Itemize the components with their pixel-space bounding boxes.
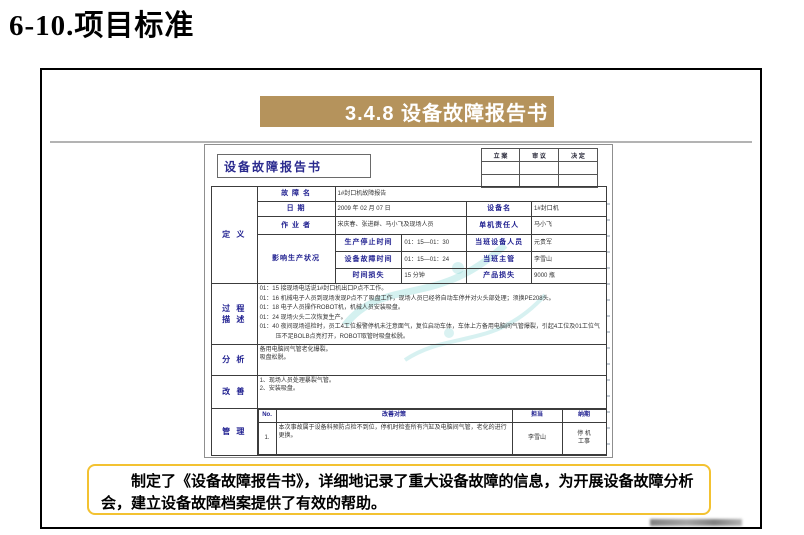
process-label-line1: 过 程 [214, 303, 255, 314]
clipped-page-number [650, 519, 742, 526]
slide-content-frame: 3.4.8 设备故障报告书 设备故障报告书 立 案 审 议 决 定 [40, 68, 762, 529]
process-label-line2: 描 述 [214, 314, 255, 325]
fault-name-value: 1#封口机故障报告 [335, 187, 606, 202]
stop-time-value: 01：15—01：30 [402, 235, 467, 252]
improvement-line: 1、现场人员处理暴裂气管。 [260, 377, 604, 385]
approval-table: 立 案 审 议 决 定 [481, 148, 598, 188]
section-label-improve: 改 善 [212, 375, 258, 408]
product-loss-label: 产品损失 [467, 269, 532, 284]
analysis-cell: 备用电脑间气管老化爆裂。 吸盘松脱。 [257, 344, 606, 375]
process-line: 01：24 现场火头二次恢复生产。 [260, 314, 604, 324]
stop-time-label: 生产停止时间 [335, 235, 402, 252]
approval-header-review: 审 议 [520, 149, 559, 162]
process-line: 01：40 夜间现场巡检时，员工4工位报警停机未注意面气，复位启动车体，车体上方… [260, 323, 604, 342]
product-loss-value: 9000 瓶 [532, 269, 607, 284]
manage-header-no: No. [258, 409, 276, 422]
improvement-cell: 1、现场人员处理暴裂气管。 2、安装吸盘。 [257, 375, 606, 408]
responsible-label: 单机责任人 [467, 217, 532, 235]
summary-callout: 制定了《设备故障报告书》，详细地记录了重大设备故障的信息，为开展设备故障分析会，… [87, 464, 711, 515]
section-label-analysis: 分 析 [212, 344, 258, 375]
device-name-value: 1#封口机 [532, 202, 607, 217]
section-banner: 3.4.8 设备故障报告书 [260, 96, 554, 127]
responsible-value: 马小飞 [532, 217, 607, 235]
process-line: 01：18 电子人员操作ROBOT机，机械人员安装吸盘。 [260, 304, 604, 314]
form-title-box: 设备故障报告书 [217, 154, 371, 178]
process-line: 01：16 机械电子人员到现场发现P点不了吸盘工作，现场人员已经将自动车停并对火… [260, 295, 604, 305]
divider-line [50, 141, 752, 143]
section-label-definition: 定 义 [212, 187, 258, 284]
equipment-failure-report-form: 设备故障报告书 立 案 审 议 决 定 [204, 144, 613, 458]
manage-row-no: 1. [258, 422, 276, 454]
manage-deadline-line1: 停 机 [565, 430, 604, 438]
improvement-line: 2、安装吸盘。 [260, 385, 604, 393]
device-name-label: 设备名 [467, 202, 532, 217]
analysis-line: 吸盘松脱。 [260, 354, 604, 362]
date-label: 日 期 [257, 202, 335, 217]
approval-empty-cell [482, 162, 520, 175]
time-loss-label: 时间损失 [335, 269, 402, 284]
fault-time-value: 01：15—01：24 [402, 252, 467, 269]
report-main-table: 定 义 故 障 名 1#封口机故障报告 日 期 2009 年 02 月 07 日… [211, 186, 607, 456]
process-description-cell: 01：15 接现场电话说1#封口机出口P点不工作。 01：16 机械电子人员到现… [257, 284, 606, 345]
section-label-process: 过 程 描 述 [212, 284, 258, 345]
manage-header-measure: 改善对策 [276, 409, 512, 422]
page-title: 6-10.项目标准 [9, 2, 194, 44]
operator-value: 宋庆春、张进群、马小飞及现场人员 [335, 217, 467, 235]
manage-row-measure: 本次事故属于设备科预防点检不到位，停机时检查所有汽缸及电脑间气管，老化的进行更换… [276, 422, 512, 454]
approval-header-draft: 立 案 [482, 149, 520, 162]
manage-deadline-line2: 工事 [565, 438, 604, 446]
approval-empty-cell [520, 162, 559, 175]
time-loss-value: 15 分钟 [402, 269, 467, 284]
approval-header-decide: 决 定 [559, 149, 598, 162]
management-subtable: No. 改善对策 担当 纳期 1. 本次事故属于设备科预防点检不到位，停机时检查… [258, 409, 607, 455]
manage-header-owner: 担当 [512, 409, 562, 422]
operator-label: 作 业 者 [257, 217, 335, 235]
analysis-line: 备用电脑间气管老化爆裂。 [260, 346, 604, 354]
manage-row-deadline: 停 机 工事 [562, 422, 606, 454]
impact-label: 影响生产状况 [257, 235, 335, 284]
form-title: 设备故障报告书 [218, 158, 322, 175]
fault-name-label: 故 障 名 [257, 187, 335, 202]
manage-header-deadline: 纳期 [562, 409, 606, 422]
paragraph-marks [607, 189, 610, 449]
duty-staff-label: 当班设备人员 [467, 235, 532, 252]
fault-time-label: 设备故障时间 [335, 252, 402, 269]
manage-row-owner: 李雪山 [512, 422, 562, 454]
approval-empty-cell [559, 162, 598, 175]
date-value: 2009 年 02 月 07 日 [335, 202, 467, 217]
duty-staff-value: 元贵军 [532, 235, 607, 252]
duty-manager-label: 当班主管 [467, 252, 532, 269]
duty-manager-value: 李雪山 [532, 252, 607, 269]
process-line: 01：15 接现场电话说1#封口机出口P点不工作。 [260, 285, 604, 295]
section-label-manage: 管 理 [212, 408, 258, 455]
management-cell: No. 改善对策 担当 纳期 1. 本次事故属于设备科预防点检不到位，停机时检查… [257, 408, 606, 455]
